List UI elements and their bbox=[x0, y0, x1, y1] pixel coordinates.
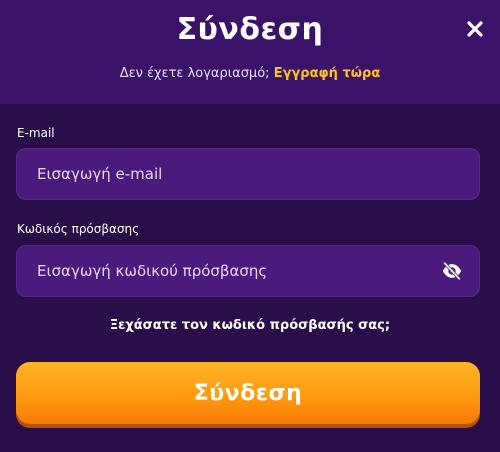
forgot-password-link[interactable]: Ξεχάσατε τον κωδικό πρόσβασής σας; bbox=[0, 318, 500, 333]
login-modal: Σύνδεση Δεν έχετε λογαριασμό; Εγγραφή τώ… bbox=[0, 0, 500, 452]
modal-header: Σύνδεση Δεν έχετε λογαριασμό; Εγγραφή τώ… bbox=[0, 0, 500, 104]
signup-link[interactable]: Εγγραφή τώρα bbox=[274, 66, 381, 81]
password-input[interactable] bbox=[35, 261, 419, 281]
signup-prompt-text: Δεν έχετε λογαριασμό; bbox=[119, 66, 270, 81]
email-label: E-mail bbox=[17, 126, 55, 140]
email-input-wrapper[interactable] bbox=[16, 148, 480, 200]
eye-slash-icon[interactable] bbox=[441, 260, 463, 282]
password-label: Κωδικός πρόσβασης bbox=[17, 222, 140, 236]
close-icon bbox=[467, 21, 483, 37]
signup-prompt: Δεν έχετε λογαριασμό; Εγγραφή τώρα bbox=[0, 66, 500, 81]
close-button[interactable] bbox=[462, 16, 488, 42]
password-input-wrapper[interactable] bbox=[16, 245, 480, 297]
login-submit-button[interactable]: Σύνδεση bbox=[16, 362, 480, 424]
modal-title: Σύνδεση bbox=[176, 12, 324, 47]
email-input[interactable] bbox=[35, 164, 419, 184]
login-form: E-mail Κωδικός πρόσβασης Ξεχάσατε τον κω… bbox=[0, 104, 500, 452]
